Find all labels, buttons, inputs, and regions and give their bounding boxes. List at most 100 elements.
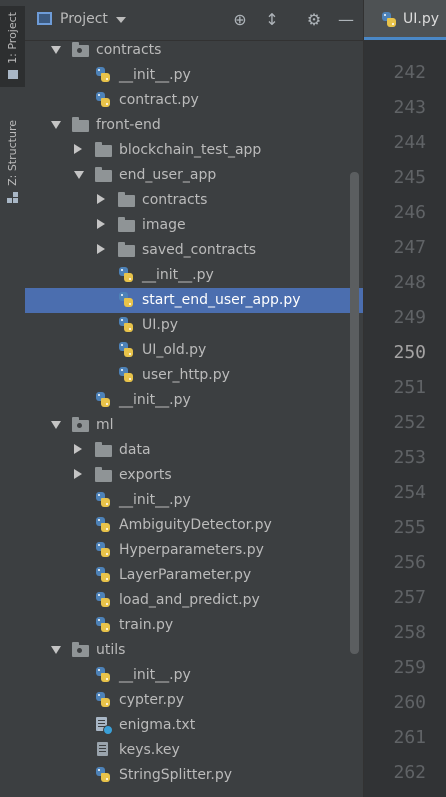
tree-item[interactable]: UI_old.py [25,338,363,363]
python-file-icon [118,342,135,358]
tree-item[interactable]: utils [25,638,363,663]
tree-item[interactable]: __init__.py [25,663,363,688]
tree-item[interactable]: blockchain_test_app [25,138,363,163]
tree-item[interactable]: start_end_user_app.py [25,288,363,313]
python-file-icon [118,317,135,333]
tree-item[interactable]: keys.key [25,738,363,763]
tree-item[interactable]: contract.py [25,88,363,113]
tree-item[interactable]: exports [25,463,363,488]
tree-scrollbar[interactable] [350,172,359,654]
expand-down-arrow-icon[interactable] [74,171,84,179]
tree-item-label: UI.py [142,317,178,333]
expand-right-arrow-icon[interactable] [74,469,82,479]
tree-item-label: exports [119,467,172,483]
tree-item-label: __init__.py [119,392,191,408]
python-file-icon [95,592,112,608]
tree-item[interactable]: UI.py [25,313,363,338]
tree-item[interactable]: enigma.txt [25,713,363,738]
expand-right-arrow-icon[interactable] [74,444,82,454]
tree-item-label: image [142,217,186,233]
python-file-icon [95,567,112,583]
project-view-title[interactable]: Project [60,11,108,27]
line-number: 255 [393,517,426,538]
line-number: 246 [393,202,426,223]
line-number: 261 [393,727,426,748]
tree-item-label: contracts [96,42,162,58]
tree-item[interactable]: contracts [25,38,363,63]
python-file-icon [118,292,135,308]
tree-item[interactable]: LayerParameter.py [25,563,363,588]
tree-item-label: UI_old.py [142,342,207,358]
line-number: 262 [393,762,426,783]
tree-item[interactable]: user_http.py [25,363,363,388]
tree-item[interactable]: __init__.py [25,388,363,413]
python-file-icon [95,92,112,108]
line-number-gutter: 242 243 244 245 246 247 248 249 250 251 252 253 254 2… [364,40,446,797]
tree-item[interactable]: cypter.py [25,688,363,713]
tree-item[interactable]: load_and_predict.py [25,588,363,613]
tree-item[interactable]: __init__.py [25,63,363,88]
python-file-icon [381,12,398,28]
hide-icon[interactable]: — [336,10,356,30]
package-folder-icon [72,42,89,57]
expand-down-arrow-icon[interactable] [51,121,61,129]
folder-icon [118,217,135,232]
folder-icon [7,69,18,79]
expand-right-arrow-icon[interactable] [97,194,105,204]
package-folder-icon [72,417,89,432]
python-file-icon [95,492,112,508]
tree-item[interactable]: front-end [25,113,363,138]
tree-item-label: start_end_user_app.py [142,292,301,308]
tool-tab-structure[interactable]: Z: Structure [0,116,25,207]
tree-item[interactable]: StringSplitter.py [25,763,363,788]
tree-item-label: Hyperparameters.py [119,542,264,558]
line-number: 251 [393,377,426,398]
tree-item-label: front-end [96,117,161,133]
tree-item[interactable]: image [25,213,363,238]
line-number: 254 [393,482,426,503]
tree-item-label: AmbiguityDetector.py [119,517,272,533]
settings-icon[interactable]: ⚙ [304,10,324,30]
folder-icon [95,467,112,482]
expand-right-arrow-icon[interactable] [97,219,105,229]
python-file-icon [95,517,112,533]
expand-down-arrow-icon[interactable] [51,421,61,429]
tree-item[interactable]: end_user_app [25,163,363,188]
chevron-down-icon[interactable] [116,17,126,23]
tree-item-label: keys.key [119,742,180,758]
tree-item-label: contracts [142,192,208,208]
editor-tab-ui-py[interactable]: UI.py [364,0,446,40]
tree-item-label: load_and_predict.py [119,592,260,608]
tree-item-label: blockchain_test_app [119,142,262,158]
locate-icon[interactable]: ⊕ [230,10,250,30]
tree-item[interactable]: Hyperparameters.py [25,538,363,563]
python-file-icon [95,617,112,633]
tree-item-label: LayerParameter.py [119,567,252,583]
tree-item[interactable]: AmbiguityDetector.py [25,513,363,538]
folder-icon [95,142,112,157]
tree-item-label: __init__.py [119,667,191,683]
expand-right-arrow-icon[interactable] [97,244,105,254]
tree-item[interactable]: train.py [25,613,363,638]
line-number: 253 [393,447,426,468]
tree-item[interactable]: contracts [25,188,363,213]
python-file-icon [118,267,135,283]
tool-tab-project[interactable]: 1: Project [0,6,25,87]
line-number: 249 [393,307,426,328]
tree-item-label: __init__.py [119,67,191,83]
line-number: 248 [393,272,426,293]
expand-right-arrow-icon[interactable] [74,144,82,154]
tree-item-label: __init__.py [142,267,214,283]
structure-icon [7,191,18,203]
folder-icon [72,117,89,132]
tree-item[interactable]: data [25,438,363,463]
tree-item[interactable]: __init__.py [25,263,363,288]
tree-item[interactable]: __init__.py [25,488,363,513]
editor-tab-label: UI.py [403,11,439,27]
tree-item[interactable]: saved_contracts [25,238,363,263]
tree-item[interactable]: ml [25,413,363,438]
collapse-all-icon[interactable]: ↕ [262,10,282,30]
expand-down-arrow-icon[interactable] [51,646,61,654]
expand-down-arrow-icon[interactable] [51,46,61,54]
line-number: 252 [393,412,426,433]
